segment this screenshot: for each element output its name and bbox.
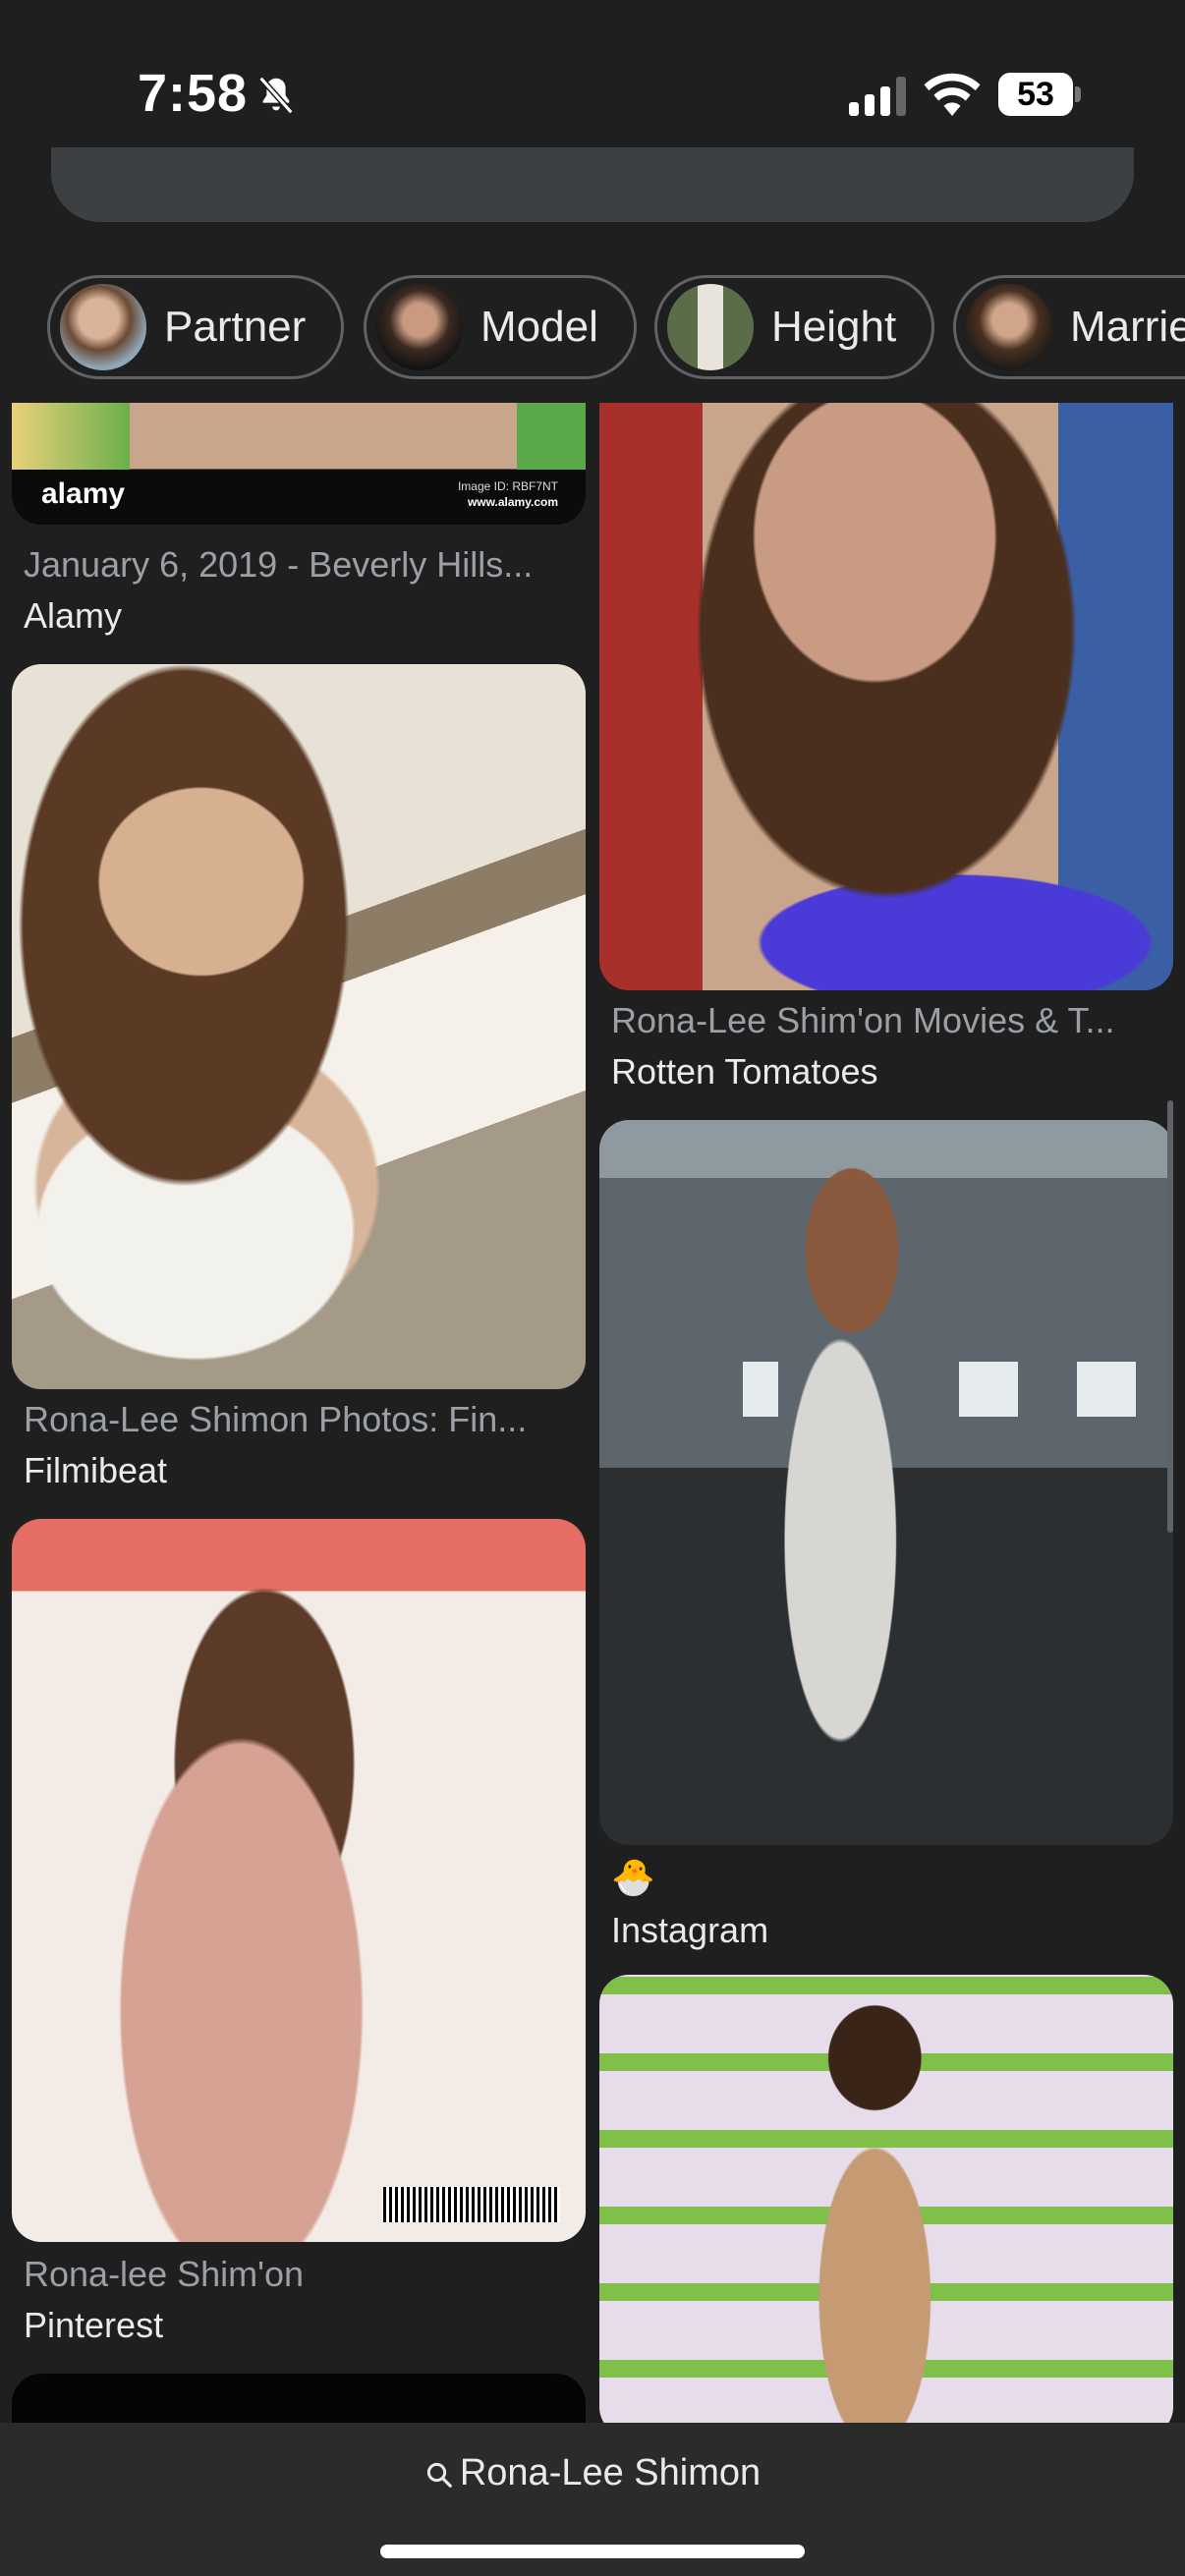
chip-married[interactable]: Married [953,275,1185,379]
alamy-watermark: alamy [41,477,126,510]
image-results: alamy Image ID: RBF7NT www.alamy.com Jan… [0,403,1185,2423]
chip-model-avatar [376,284,463,370]
result-source[interactable]: Filmibeat [24,1450,167,1491]
result-image-alamy[interactable]: alamy Image ID: RBF7NT www.alamy.com [12,403,586,525]
chip-height[interactable]: Height [654,275,935,379]
result-title[interactable]: Rona-Lee Shim'on Movies & T... [611,1000,1161,1041]
bottom-query[interactable]: Rona-Lee Shimon [0,2452,1185,2494]
result-image-backdrop [12,403,130,470]
result-image-next[interactable] [12,2374,586,2423]
chip-married-avatar [966,284,1052,370]
result-title[interactable]: Rona-Lee Shimon Photos: Fin... [24,1399,574,1440]
chip-height-avatar [667,284,754,370]
window [959,1362,1018,1417]
battery-icon: 53 [998,73,1081,116]
chip-label: Height [771,303,897,351]
chip-partner-avatar [60,284,146,370]
chip-label: Married [1070,303,1185,351]
result-image-instagram[interactable] [599,1120,1173,1845]
result-image-filmibeat[interactable] [12,664,586,1389]
result-source[interactable]: Instagram [611,1910,768,1951]
wifi-icon [924,73,981,116]
alamy-site: www.alamy.com [467,495,558,509]
status-time: 7:58 [138,64,249,123]
scrollbar[interactable] [1167,1100,1173,1533]
result-source[interactable]: Alamy [24,595,122,637]
result-image-backdrop [517,403,586,470]
result-title[interactable]: Rona-lee Shim'on [24,2254,574,2295]
search-box[interactable] [51,147,1134,222]
search-icon [426,2462,452,2488]
magazine-barcode [383,2187,560,2222]
chip-model[interactable]: Model [364,275,637,379]
window [1077,1362,1136,1417]
result-emoji: 🐣 [611,1857,655,1897]
chip-label: Model [480,303,598,351]
bottom-search-bar[interactable]: Rona-Lee Shimon [0,2423,1185,2576]
related-chips: Partner Model Height Married [0,273,1185,381]
bottom-query-text: Rona-Lee Shimon [459,2452,762,2493]
result-title[interactable]: January 6, 2019 - Beverly Hills... [24,544,574,586]
alamy-image-id: Image ID: RBF7NT [457,479,558,493]
battery-level: 53 [1017,76,1054,113]
result-source[interactable]: Rotten Tomatoes [611,1051,878,1092]
bell-slash-icon [258,76,294,115]
chip-label: Partner [164,303,307,351]
cellular-signal-icon [849,77,906,116]
chip-partner[interactable]: Partner [47,275,345,379]
result-image-hbo[interactable] [599,1975,1173,2423]
result-image-pinterest[interactable] [12,1519,586,2242]
result-image-rotten-tomatoes[interactable] [599,403,1173,990]
home-indicator[interactable] [380,2545,805,2558]
result-source[interactable]: Pinterest [24,2305,163,2346]
window [743,1362,778,1417]
